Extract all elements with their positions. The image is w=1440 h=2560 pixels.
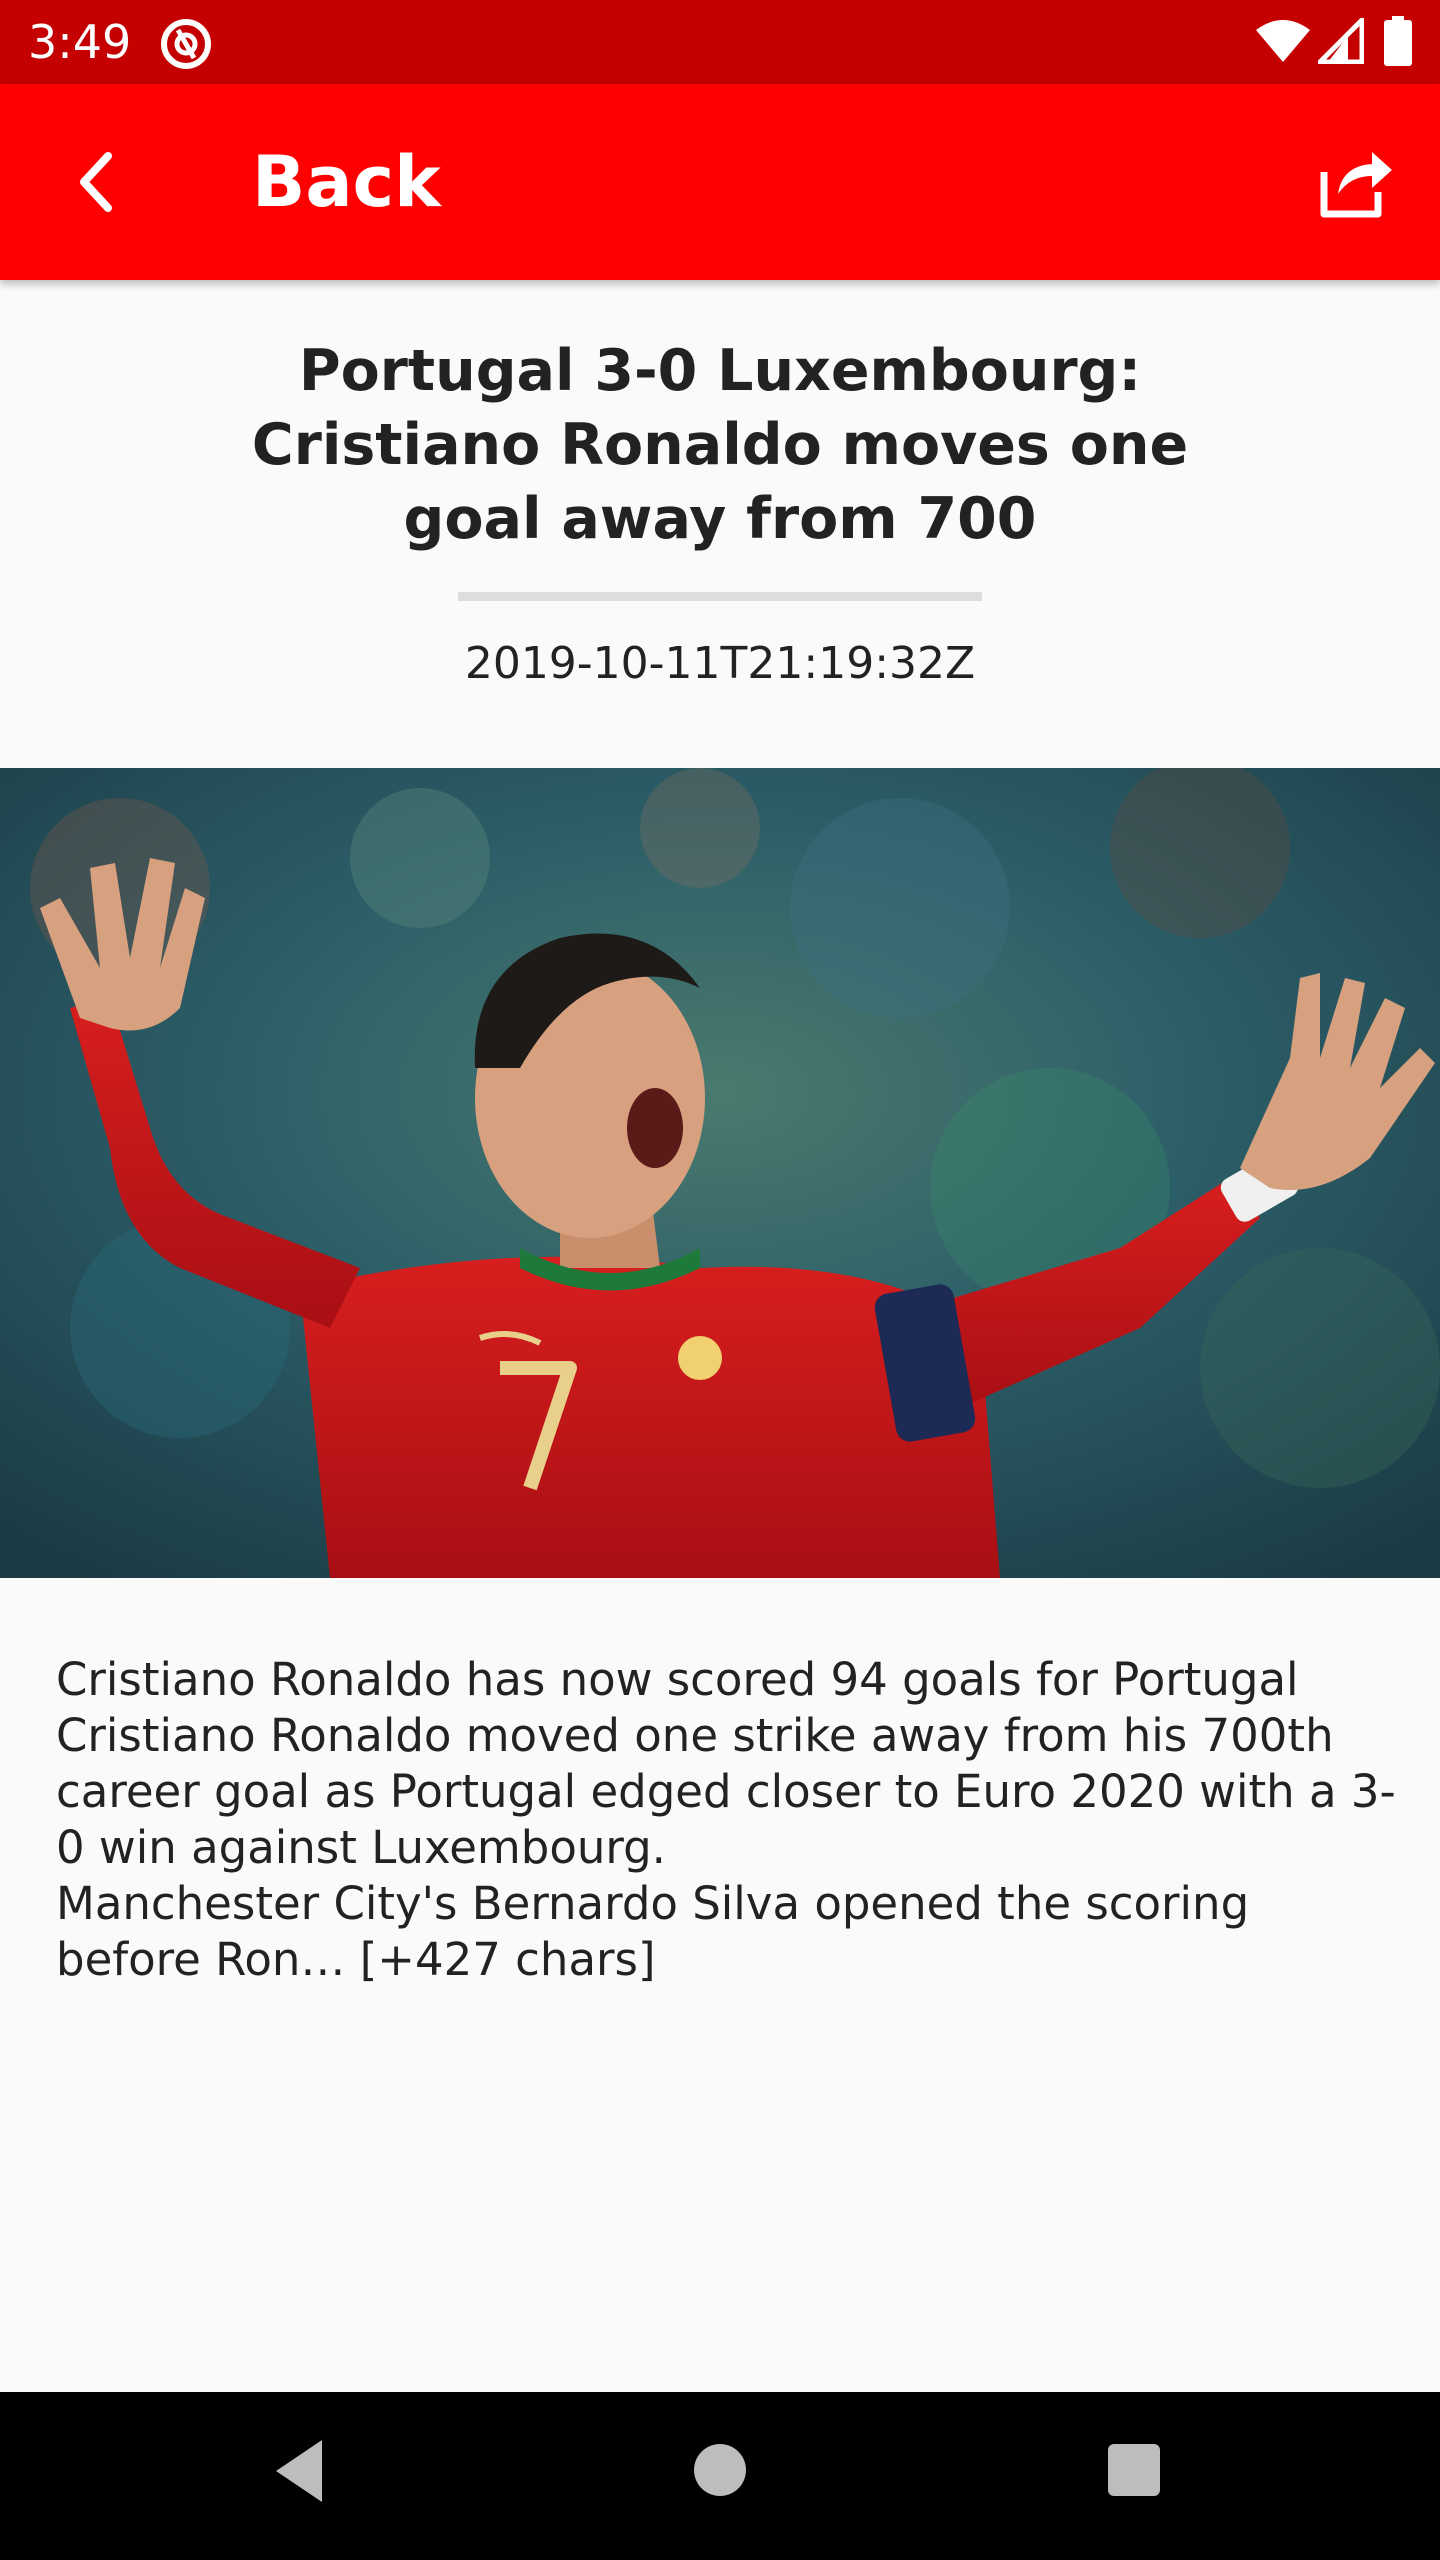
- article-body-line: Cristiano Ronaldo moved one strike away …: [56, 1709, 1396, 1874]
- back-triangle-icon[interactable]: [270, 2436, 330, 2506]
- article-body: Cristiano Ronaldo has now scored 94 goal…: [56, 1652, 1396, 1988]
- article-detail-screen: 3:49 Back Portugal 3-0 Luxembourg: Crist: [0, 0, 1440, 2560]
- article-date: 2019-10-11T21:19:32Z: [464, 638, 976, 689]
- home-circle-icon[interactable]: [694, 2444, 746, 2496]
- battery-icon: [1384, 16, 1412, 66]
- title-divider: [458, 592, 982, 601]
- article-hero-image: [0, 768, 1440, 1578]
- football-player-celebrating-photo: [0, 768, 1440, 1578]
- status-time: 3:49: [28, 15, 132, 69]
- system-nav-bar: [0, 2392, 1440, 2560]
- recents-square-icon[interactable]: [1108, 2444, 1160, 2496]
- article-title: Portugal 3-0 Luxembourg: Cristiano Ronal…: [251, 338, 1189, 552]
- share-icon[interactable]: [1316, 142, 1396, 222]
- wifi-icon: [1256, 20, 1310, 62]
- app-bar: Back: [0, 84, 1440, 280]
- notification-icon: [161, 19, 211, 69]
- back-button-label[interactable]: Back: [252, 140, 441, 224]
- article-body-line: Cristiano Ronaldo has now scored 94 goal…: [56, 1653, 1299, 1706]
- chevron-left-icon[interactable]: [62, 146, 134, 218]
- signal-icon: [1318, 18, 1364, 64]
- status-bar: 3:49: [0, 0, 1440, 84]
- article-body-line: Manchester City's Bernardo Silva opened …: [56, 1877, 1250, 1986]
